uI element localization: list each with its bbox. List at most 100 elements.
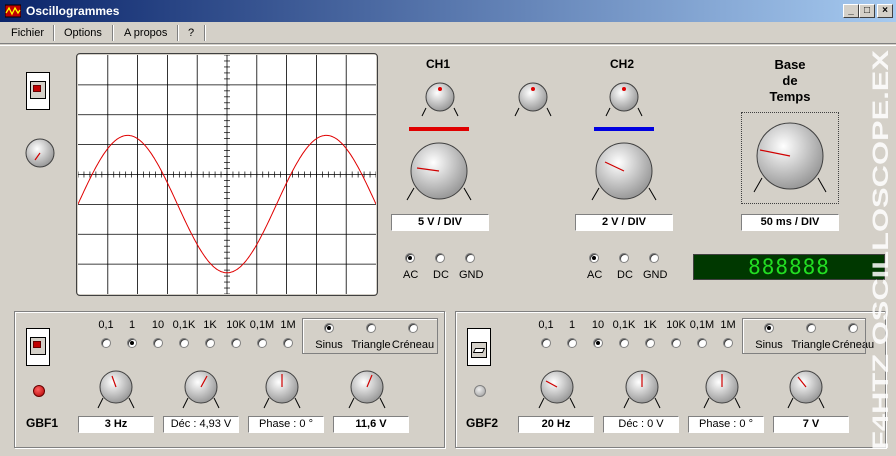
gbf2-range-radio[interactable] [541,338,551,348]
ch2-position-knob[interactable] [604,78,644,124]
gbf2-range-radio[interactable] [723,338,733,348]
gbf2-offset-display: Déc : 0 V [603,416,679,433]
ch2-gnd-label: GND [643,269,668,281]
scope-intensity-knob[interactable] [24,137,56,169]
ch1-volts-div-knob[interactable] [402,140,476,206]
gbf1-range-label: 1 [128,319,136,331]
gbf2-range-label: 0,1K [612,319,636,331]
watermark: F4HTZ OSCILLOSCOPE.EX [868,50,893,450]
gbf1-range-radio[interactable] [205,338,215,348]
menu-separator [204,25,206,41]
ch1-gnd-label: GND [459,269,484,281]
gbf1-range-radio[interactable] [283,338,293,348]
menu-separator [112,25,114,41]
ch2-dc-label: DC [617,269,633,281]
ch1-ac-label: AC [403,269,419,281]
ch1-color-bar [409,127,469,131]
gbf2-range-label: 0,1 [538,319,554,331]
timebase-title: Base de Temps [769,57,811,104]
gbf1-range-radio[interactable] [231,338,241,348]
menu-fichier[interactable]: Fichier [11,27,44,39]
gbf2-range-radio[interactable] [671,338,681,348]
gbf1-name: GBF1 [25,416,58,430]
timebase-knob[interactable] [748,118,832,198]
gbf2-range-radio[interactable] [567,338,577,348]
svg-text:F4HTZ OSCILLOSCOPE.EX: F4HTZ OSCILLOSCOPE.EX [868,50,893,450]
ch2-color-bar [594,127,654,131]
ch2-title: CH2 [609,57,634,71]
ch1-scale-display: 5 V / DIV [391,214,489,231]
gbf2-range-radio[interactable] [619,338,629,348]
gbf1-range-radio[interactable] [179,338,189,348]
menu-help[interactable]: ? [188,27,194,39]
gbf1-range-label: 10 [151,319,165,331]
gbf1-waveform-box [302,318,438,354]
menu-separator [53,25,55,41]
app-icon [5,4,21,18]
gbf2-range-radio[interactable] [697,338,707,348]
gbf2-offset-knob[interactable] [622,368,662,412]
gbf1-offset-display: Déc : 4,93 V [163,416,239,433]
ch2-scale-display: 2 V / DIV [575,214,673,231]
menu-options[interactable]: Options [64,27,102,39]
ch2-gnd-radio[interactable] [649,253,659,263]
window-title: Oscillogrammes [26,4,120,18]
ch1-gnd-radio[interactable] [465,253,475,263]
gbf1-range-radio[interactable] [127,338,137,348]
gbf2-phase-knob[interactable] [702,368,742,412]
gbf2-name: GBF2 [465,416,498,430]
ch1-ac-radio[interactable] [405,253,415,263]
gbf2-frequency-display: 20 Hz [518,416,594,433]
gbf2-range-label: 10K [666,319,686,331]
gbf1-range-radio[interactable] [153,338,163,348]
gbf1-range-radio[interactable] [257,338,267,348]
close-button[interactable]: × [877,4,893,18]
menu-separator [177,25,179,41]
ch1-position-knob[interactable] [420,78,460,124]
gbf2-waveform-box [742,318,866,354]
ch1-title: CH1 [425,57,450,71]
scope-screen [78,55,376,294]
gbf1-range-label: 10K [226,319,246,331]
gbf2-power-switch[interactable] [467,328,491,366]
gbf2-range-label: 1M [720,319,736,331]
ch1-dc-radio[interactable] [435,253,445,263]
menu-apropos[interactable]: A propos [124,27,167,39]
gbf1-led [33,385,45,397]
gbf2-frequency-knob[interactable] [537,368,577,412]
ch2-volts-div-knob[interactable] [587,140,661,206]
gbf1-range-radio[interactable] [101,338,111,348]
maximize-button[interactable]: □ [859,4,875,18]
gbf1-phase-knob[interactable] [262,368,302,412]
gbf2-phase-display: Phase : 0 ° [688,416,764,433]
minimize-button[interactable]: _ [843,4,859,18]
gbf1-range-label: 1K [203,319,217,331]
ch2-dc-radio[interactable] [619,253,629,263]
gbf1-range-label: 0,1M [249,319,275,331]
timebase-scale-display: 50 ms / DIV [741,214,839,231]
gbf2-range-label: 1 [568,319,576,331]
gbf2-amplitude-knob[interactable] [786,368,826,412]
gbf1-amplitude-display: 11,6 V [333,416,409,433]
ch2-ac-radio[interactable] [589,253,599,263]
gbf1-phase-display: Phase : 0 ° [248,416,324,433]
menu-bar: Fichier Options A propos ? [0,22,896,44]
gbf2-range-label: 0,1M [689,319,715,331]
gbf2-range-radio[interactable] [593,338,603,348]
gbf1-range-label: 0,1K [172,319,196,331]
trigger-level-knob[interactable] [513,78,553,124]
gbf1-amplitude-knob[interactable] [347,368,387,412]
gbf2-amplitude-display: 7 V [773,416,849,433]
gbf2-range-radio[interactable] [645,338,655,348]
gbf2-range-label: 1K [643,319,657,331]
frequency-display: 888888 [693,254,885,280]
gbf1-frequency-knob[interactable] [96,368,136,412]
gbf1-range-label: 0,1 [98,319,114,331]
gbf1-offset-knob[interactable] [181,368,221,412]
ch1-dc-label: DC [433,269,449,281]
gbf2-led [474,385,486,397]
gbf1-power-switch[interactable] [26,328,50,366]
gbf1-range-label: 1M [280,319,296,331]
scope-power-switch[interactable] [26,72,50,110]
title-bar[interactable]: Oscillogrammes _ □ × [0,0,896,22]
